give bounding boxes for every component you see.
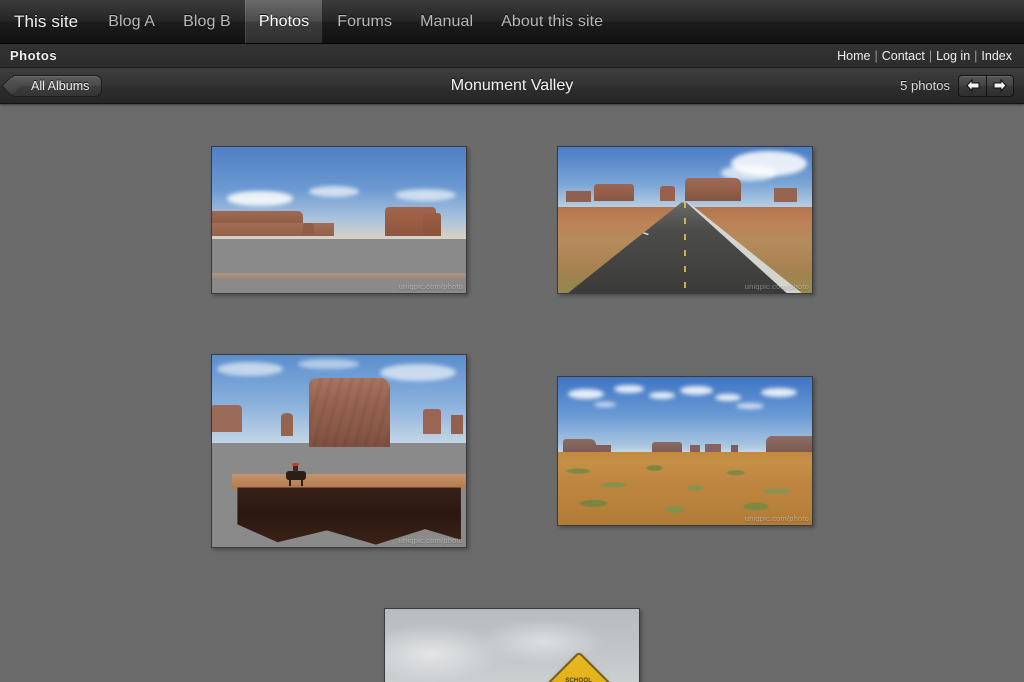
cloud-shape	[309, 186, 360, 197]
nav-tab-blog-a[interactable]: Blog A	[94, 0, 169, 43]
gallery-row: uniqpic.com/photo	[0, 354, 1024, 548]
rider-hat	[292, 463, 300, 466]
link-separator: |	[871, 49, 882, 63]
rider-body	[293, 465, 297, 472]
cloud-shape	[298, 359, 359, 370]
merrick-butte-shape	[309, 378, 390, 447]
overcast-clouds	[385, 609, 639, 682]
ground-layer	[212, 238, 466, 293]
nav-tab-about-this-site[interactable]: About this site	[487, 0, 617, 43]
butte-shape	[212, 405, 242, 432]
cloud-shape	[380, 364, 456, 382]
photo-thumbnail[interactable]: uniqpic.com/photo	[211, 354, 467, 548]
photo-thumbnail[interactable]: SCHOOL BUS STOP AHEAD	[384, 608, 640, 682]
album-pagination	[958, 75, 1014, 97]
nav-tab-this-site[interactable]: This site	[0, 0, 94, 43]
cloud-shape	[736, 403, 764, 409]
nav-tab-blog-b[interactable]: Blog B	[169, 0, 245, 43]
link-separator: |	[925, 49, 936, 63]
cloud-shape	[594, 402, 617, 407]
cloud-shape	[649, 392, 674, 399]
road-center-line	[684, 202, 686, 293]
cloud-shape	[680, 386, 713, 395]
utility-links: Home | Contact | Log in | Index	[837, 49, 1012, 63]
album-toolbar: All Albums Monument Valley 5 photos	[0, 68, 1024, 104]
butte-shape	[774, 188, 797, 203]
horse-leg	[301, 479, 303, 486]
desert-scrub	[558, 448, 812, 525]
album-title: Monument Valley	[0, 77, 1024, 95]
butte-shape	[660, 186, 675, 201]
photo-gallery: uniqpic.com/photo uni	[0, 104, 1024, 682]
spire-shape	[281, 413, 294, 436]
photo-thumbnail[interactable]: uniqpic.com/photo	[557, 376, 813, 526]
rock-ledge	[232, 474, 466, 489]
nav-tab-forums[interactable]: Forums	[323, 0, 406, 43]
photo-thumbnail[interactable]: uniqpic.com/photo	[557, 146, 813, 294]
cloud-shape	[395, 189, 456, 201]
page-title: Photos	[10, 48, 57, 63]
spire-shape	[303, 223, 313, 235]
link-separator: |	[970, 49, 981, 63]
cloud-shape	[715, 394, 740, 401]
horse-leg	[289, 479, 291, 486]
gallery-row: uniqpic.com/photo uni	[0, 146, 1024, 294]
arrow-left-icon	[966, 79, 980, 92]
gallery-row: SCHOOL BUS STOP AHEAD	[0, 608, 1024, 682]
butte-shape	[685, 178, 741, 201]
horseback-rider	[286, 464, 306, 479]
mitten-butte-shape	[423, 213, 441, 236]
cloud-shape	[217, 362, 283, 376]
sub-header-bar: Photos Home | Contact | Log in | Index	[0, 44, 1024, 68]
cloud-shape	[614, 385, 644, 393]
butte-shape	[423, 409, 441, 434]
cloud-shape	[761, 388, 797, 397]
nav-tab-manual[interactable]: Manual	[406, 0, 487, 43]
butte-shape	[594, 184, 635, 202]
link-contact[interactable]: Contact	[882, 49, 925, 63]
cloud-shape	[227, 191, 293, 206]
previous-photo-button[interactable]	[958, 75, 986, 97]
next-photo-button[interactable]	[986, 75, 1014, 97]
butte-shape	[566, 191, 591, 203]
main-navigation-bar: This site Blog A Blog B Photos Forums Ma…	[0, 0, 1024, 44]
photo-count-label: 5 photos	[900, 78, 950, 93]
link-log-in[interactable]: Log in	[936, 49, 970, 63]
arrow-right-icon	[993, 79, 1007, 92]
link-index[interactable]: Index	[981, 49, 1012, 63]
photo-image	[212, 147, 466, 293]
album-toolbar-right: 5 photos	[900, 75, 1024, 97]
dust-haze	[212, 273, 466, 280]
photo-image	[558, 377, 812, 525]
photo-image	[212, 355, 466, 547]
mesa-shape	[211, 223, 334, 236]
photo-image	[558, 147, 812, 293]
all-albums-back-button[interactable]: All Albums	[12, 75, 102, 97]
link-home[interactable]: Home	[837, 49, 870, 63]
butte-shape	[451, 415, 464, 434]
photo-image: SCHOOL BUS STOP AHEAD	[385, 609, 639, 682]
photo-thumbnail[interactable]: uniqpic.com/photo	[211, 146, 467, 294]
cloud-shape	[568, 389, 604, 399]
nav-tab-photos[interactable]: Photos	[245, 0, 323, 43]
